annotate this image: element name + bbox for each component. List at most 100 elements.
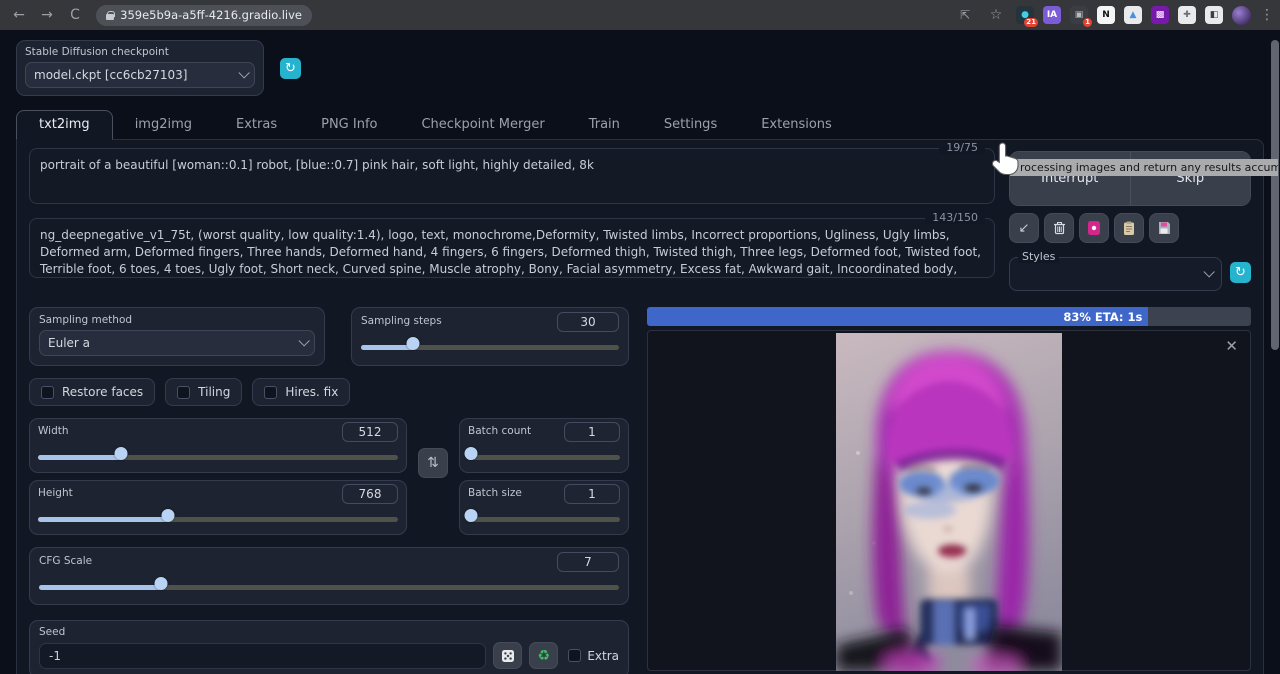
cfg-scale-block: CFG Scale 7 [29,547,629,605]
tab-extensions[interactable]: Extensions [739,111,854,139]
progress-text: 83% ETA: 1s [1063,310,1148,324]
sidepanel-extension-icon[interactable]: ◧ [1205,6,1223,24]
tab-checkpoint-merger[interactable]: Checkpoint Merger [399,111,566,139]
puzzle-extension-icon[interactable]: ✚ [1178,6,1196,24]
restore-faces-checkbox[interactable]: Restore faces [29,378,155,406]
checkbox-icon [177,386,190,399]
checkbox-icon [41,386,54,399]
slider-thumb[interactable] [406,337,419,350]
height-slider[interactable] [38,513,398,526]
sampling-method-dropdown[interactable]: Euler a [39,330,315,356]
txt2img-panel: 19/75 portrait of a beautiful [woman::0.… [16,139,1264,674]
height-label: Height [38,487,73,499]
reuse-seed-recycle-icon[interactable]: ♻ [529,642,558,669]
sampling-steps-label: Sampling steps [361,315,442,327]
tab-bar: txt2img img2img Extras PNG Info Checkpoi… [16,110,1264,139]
progress-bar: 83% ETA: 1s [647,307,1251,326]
ia-extension-icon[interactable]: IA [1043,6,1061,24]
gradio-app: Stable Diffusion checkpoint model.ckpt [… [0,30,1280,674]
swap-width-height-icon[interactable]: ⇅ [418,448,448,478]
sampling-steps-slider[interactable] [361,341,619,354]
checkpoint-block: Stable Diffusion checkpoint model.ckpt [… [16,40,264,96]
close-icon[interactable]: ✕ [1225,339,1238,354]
prompt-token-counter: 19/75 [939,141,985,154]
slider-thumb[interactable] [465,447,478,460]
checkpoint-label: Stable Diffusion checkpoint [25,46,255,58]
camera-extension-icon[interactable]: ▣1 [1070,6,1088,24]
height-block: Height 768 [29,480,407,535]
sampling-method-block: Sampling method Euler a [29,307,325,366]
save-style-icon[interactable] [1149,213,1179,243]
tab-png-info[interactable]: PNG Info [299,111,399,139]
cfg-scale-slider[interactable] [39,581,619,594]
tab-img2img[interactable]: img2img [113,111,214,139]
checkpoint-value: model.ckpt [cc6cb27103] [34,68,238,82]
address-bar[interactable]: 359e5b9a-a5ff-4216.gradio.live [96,5,312,26]
batch-size-slider[interactable] [468,513,620,526]
batch-size-input[interactable]: 1 [564,484,620,504]
tab-txt2img[interactable]: txt2img [16,110,113,140]
notion-extension-icon[interactable]: N [1097,6,1115,24]
back-icon[interactable]: ← [8,7,30,23]
batch-count-block: Batch count 1 [459,418,629,473]
styles-label: Styles [1018,250,1059,263]
mouse-cursor-hand [992,141,1020,177]
sampling-method-label: Sampling method [39,314,315,326]
slider-thumb[interactable] [114,447,127,460]
checkbox-icon [568,649,581,662]
paste-params-icon[interactable]: ↙ [1009,213,1039,243]
batch-count-input[interactable]: 1 [564,422,620,442]
slider-thumb[interactable] [161,509,174,522]
width-slider[interactable] [38,451,398,464]
reload-icon[interactable]: C [64,7,86,23]
height-input[interactable]: 768 [342,484,398,504]
prompt-textarea[interactable]: portrait of a beautiful [woman::0.1] rob… [29,148,995,204]
tab-extras[interactable]: Extras [214,111,299,139]
extra-networks-icon[interactable] [1079,213,1109,243]
forward-icon[interactable]: → [36,7,58,23]
trash-icon[interactable] [1044,213,1074,243]
sampling-steps-input[interactable]: 30 [557,312,619,332]
apply-styles-icon[interactable] [1114,213,1144,243]
tab-settings[interactable]: Settings [642,111,739,139]
seed-extra-checkbox[interactable]: Extra [568,649,619,663]
pin-extension-icon[interactable]: ●21 [1016,6,1034,24]
share-icon[interactable]: ⇱ [954,8,976,22]
chevron-down-icon [238,67,249,78]
refresh-checkpoint-button[interactable]: ↻ [280,58,301,79]
menu-dots-icon[interactable]: ⋮ [1260,7,1272,23]
negative-prompt-textarea[interactable]: ng_deepnegative_v1_75t, (worst quality, … [29,218,995,278]
image-extension-icon[interactable]: ▲ [1124,6,1142,24]
slider-thumb[interactable] [465,509,478,522]
chevron-down-icon [298,335,309,346]
url-text: 359e5b9a-a5ff-4216.gradio.live [120,8,302,22]
tab-train[interactable]: Train [567,111,642,139]
batch-size-block: Batch size 1 [459,480,629,535]
lock-icon [106,11,113,20]
hires-fix-checkbox[interactable]: Hires. fix [252,378,350,406]
checkpoint-dropdown[interactable]: model.ckpt [cc6cb27103] [25,62,255,88]
cfg-scale-label: CFG Scale [39,555,92,567]
tiling-checkbox[interactable]: Tiling [165,378,242,406]
bookmark-star-icon[interactable]: ☆ [985,7,1007,23]
generated-image[interactable] [836,333,1062,671]
page-scrollbar[interactable] [1271,40,1279,350]
random-seed-dice-icon[interactable] [493,642,522,669]
seed-block: Seed -1 ♻ Extra [29,620,629,674]
profile-avatar[interactable] [1232,6,1251,25]
chevron-down-icon [1203,266,1214,277]
slider-thumb[interactable] [154,577,167,590]
width-input[interactable]: 512 [342,422,398,442]
checkbox-icon [264,386,277,399]
interrupt-tooltip: rocessing images and return any results … [1010,159,1278,176]
batch-count-slider[interactable] [468,451,620,464]
batch-size-label: Batch size [468,487,522,499]
seed-label: Seed [39,626,619,638]
width-block: Width 512 [29,418,407,473]
output-gallery[interactable]: ✕ [647,330,1251,671]
refresh-styles-button[interactable]: ↻ [1230,262,1251,283]
cfg-scale-input[interactable]: 7 [557,552,619,572]
seed-input[interactable]: -1 [39,643,486,669]
onenote-extension-icon[interactable]: ▩ [1151,6,1169,24]
sampling-steps-block: Sampling steps 30 [351,307,629,366]
